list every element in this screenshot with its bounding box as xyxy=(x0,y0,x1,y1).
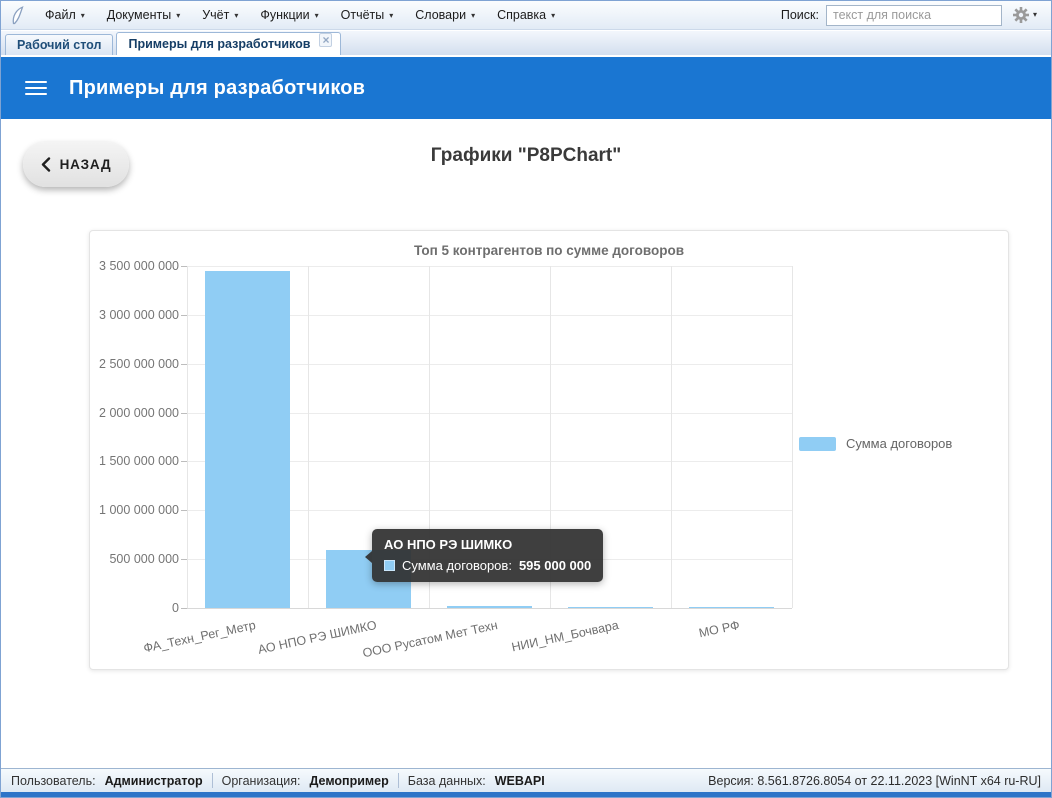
gridline xyxy=(187,266,188,608)
search-input[interactable] xyxy=(826,5,1002,26)
gridline xyxy=(671,266,672,608)
legend-item[interactable]: Сумма договоров xyxy=(799,436,952,451)
y-axis-label: 2 000 000 000 xyxy=(99,406,179,420)
bar[interactable] xyxy=(205,271,290,608)
y-axis-label: 3 500 000 000 xyxy=(99,259,179,273)
menu-item-label: Файл xyxy=(45,8,76,22)
app-window: Файл ▾ Документы ▾ Учёт ▾ Функции ▾ Отчё… xyxy=(0,0,1052,798)
page-title: Графики "P8PChart" xyxy=(1,145,1051,167)
tooltip-series-swatch xyxy=(384,560,395,571)
menu-item-label: Справка xyxy=(497,8,546,22)
dropdown-caret-icon: ▾ xyxy=(315,10,319,20)
window-bottom-edge xyxy=(1,792,1051,797)
gridline xyxy=(187,266,792,267)
tab-desktop[interactable]: Рабочий стол xyxy=(5,34,113,55)
status-db-label: База данных: xyxy=(408,774,486,788)
statusbar: Пользователь: Администратор Организация:… xyxy=(1,768,1051,792)
gridline xyxy=(187,608,792,609)
dropdown-caret-icon: ▾ xyxy=(81,10,85,20)
divider xyxy=(398,773,399,788)
menu-item-reports[interactable]: Отчёты ▾ xyxy=(331,4,404,26)
dropdown-caret-icon: ▾ xyxy=(176,10,180,20)
menu-item-help[interactable]: Справка ▾ xyxy=(487,4,565,26)
gear-icon xyxy=(1013,7,1029,23)
dropdown-caret-icon: ▾ xyxy=(471,10,475,20)
bar[interactable] xyxy=(568,607,653,608)
tab-label: Примеры для разработчиков xyxy=(128,37,310,51)
app-logo-quill-icon xyxy=(7,4,27,26)
bar[interactable] xyxy=(447,606,532,608)
status-user-value: Администратор xyxy=(105,774,203,788)
status-org-label: Организация: xyxy=(222,774,301,788)
bar[interactable] xyxy=(689,607,774,608)
chart-card: Топ 5 контрагентов по сумме договоров 0 5… xyxy=(89,230,1009,670)
y-axis-tick xyxy=(181,608,187,609)
dropdown-caret-icon: ▾ xyxy=(1033,11,1037,19)
tabbar: Рабочий стол Примеры для разработчиков × xyxy=(1,30,1051,55)
page-header-title: Примеры для разработчиков xyxy=(69,77,365,100)
tab-label: Рабочий стол xyxy=(17,38,101,52)
tooltip-title: АО НПО РЭ ШИМКО xyxy=(384,537,591,552)
status-version: Версия: 8.561.8726.8054 от 22.11.2023 [W… xyxy=(708,774,1041,788)
y-axis-label: 0 xyxy=(172,601,179,615)
legend-swatch xyxy=(799,437,836,451)
tooltip-series-label: Сумма договоров: xyxy=(402,558,512,573)
menu-item-label: Функции xyxy=(260,8,309,22)
menu-item-label: Учёт xyxy=(202,8,229,22)
dropdown-caret-icon: ▾ xyxy=(389,10,393,20)
chart-tooltip: АО НПО РЭ ШИМКО Сумма договоров: 595 000… xyxy=(372,529,603,582)
menubar: Файл ▾ Документы ▾ Учёт ▾ Функции ▾ Отчё… xyxy=(1,1,1051,30)
tooltip-value: 595 000 000 xyxy=(519,558,591,573)
menu-item-label: Документы xyxy=(107,8,171,22)
menu-item-functions[interactable]: Функции ▾ xyxy=(250,4,328,26)
menu-item-dictionaries[interactable]: Словари ▾ xyxy=(405,4,485,26)
menubar-right: Поиск: ▾ xyxy=(781,5,1043,26)
menu-item-label: Словари xyxy=(415,8,466,22)
status-user-label: Пользователь: xyxy=(11,774,96,788)
menu-item-accounting[interactable]: Учёт ▾ xyxy=(192,4,248,26)
status-org-value: Демопример xyxy=(310,774,389,788)
dropdown-caret-icon: ▾ xyxy=(551,10,555,20)
divider xyxy=(212,773,213,788)
gridline xyxy=(792,266,793,608)
y-axis-label: 500 000 000 xyxy=(109,552,179,566)
page-header: Примеры для разработчиков xyxy=(1,57,1051,119)
close-tab-icon[interactable]: × xyxy=(319,33,332,47)
content-area: НАЗАД Графики "P8PChart" Топ 5 контраген… xyxy=(1,119,1051,768)
y-axis: 0500 000 0001 000 000 0001 500 000 0002 … xyxy=(90,266,179,608)
tab-developer-examples[interactable]: Примеры для разработчиков × xyxy=(116,32,341,55)
search-label: Поиск: xyxy=(781,8,819,22)
tooltip-row: Сумма договоров: 595 000 000 xyxy=(384,558,591,573)
gridline xyxy=(308,266,309,608)
status-db-value: WEBAPI xyxy=(495,774,545,788)
y-axis-label: 1 000 000 000 xyxy=(99,503,179,517)
y-axis-label: 2 500 000 000 xyxy=(99,357,179,371)
search-settings-button[interactable]: ▾ xyxy=(1009,5,1041,25)
y-axis-label: 1 500 000 000 xyxy=(99,454,179,468)
legend-label: Сумма договоров xyxy=(846,436,952,451)
menu-item-file[interactable]: Файл ▾ xyxy=(35,4,95,26)
menu-item-documents[interactable]: Документы ▾ xyxy=(97,4,190,26)
chart-title: Топ 5 контрагентов по сумме договоров xyxy=(90,243,1008,258)
y-axis-label: 3 000 000 000 xyxy=(99,308,179,322)
dropdown-caret-icon: ▾ xyxy=(234,10,238,20)
menu-item-label: Отчёты xyxy=(341,8,385,22)
hamburger-menu-icon[interactable] xyxy=(25,81,47,96)
